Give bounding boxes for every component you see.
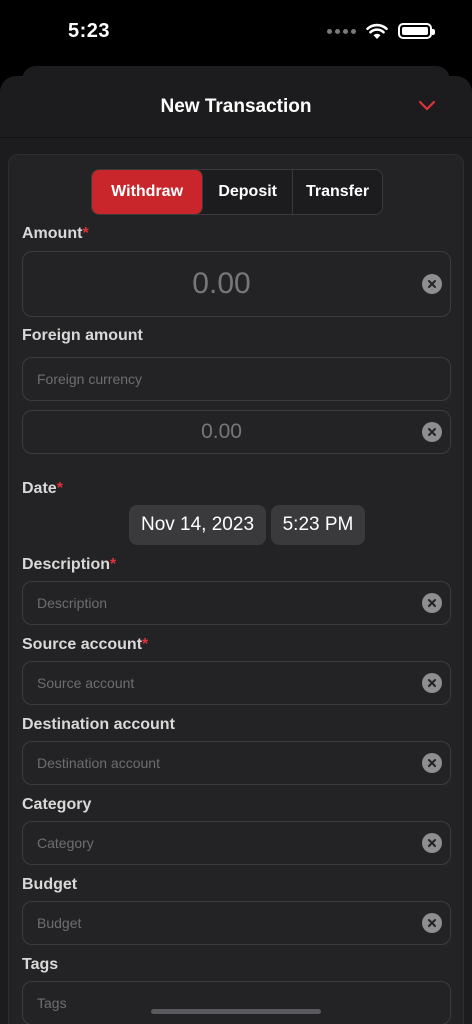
destination-account-input[interactable] <box>23 742 450 784</box>
foreign-currency-input[interactable] <box>23 358 450 400</box>
tab-deposit[interactable]: Deposit <box>203 170 294 214</box>
foreign-amount-input[interactable] <box>23 411 450 453</box>
time-picker[interactable]: 5:23 PM <box>271 505 365 545</box>
category-input[interactable] <box>23 822 450 864</box>
date-picker[interactable]: Nov 14, 2023 <box>129 505 266 545</box>
clear-amount-icon[interactable] <box>422 274 442 294</box>
transaction-type-tabs: Withdraw Deposit Transfer <box>91 169 383 215</box>
description-input[interactable] <box>23 582 450 624</box>
budget-field <box>22 901 451 945</box>
home-indicator[interactable] <box>151 1009 321 1014</box>
foreign-currency-field <box>22 357 451 401</box>
status-bar: 5:23 <box>0 0 472 64</box>
battery-icon <box>398 23 435 39</box>
destination-account-field <box>22 741 451 785</box>
foreign-amount-label: Foreign amount <box>22 327 143 344</box>
tab-transfer[interactable]: Transfer <box>293 170 382 214</box>
amount-field <box>22 251 451 317</box>
clear-foreign-amount-icon[interactable] <box>422 422 442 442</box>
form-card: Withdraw Deposit Transfer Amount* Foreig… <box>8 154 464 1024</box>
clear-description-icon[interactable] <box>422 593 442 613</box>
amount-label: Amount* <box>22 225 89 242</box>
signal-dots-icon <box>327 28 356 34</box>
tags-field <box>22 981 451 1024</box>
amount-input[interactable] <box>23 252 450 316</box>
status-icons <box>327 22 435 40</box>
clear-category-icon[interactable] <box>422 833 442 853</box>
category-label: Category <box>22 796 92 813</box>
required-marker: * <box>110 556 117 573</box>
description-field <box>22 581 451 625</box>
clear-destination-account-icon[interactable] <box>422 753 442 773</box>
clear-budget-icon[interactable] <box>422 913 442 933</box>
required-marker: * <box>82 225 89 242</box>
page-title: New Transaction <box>160 96 312 117</box>
foreign-amount-field <box>22 410 451 454</box>
transaction-sheet: New Transaction Withdraw Deposit Transfe… <box>0 76 472 1024</box>
source-account-label: Source account* <box>22 636 149 653</box>
status-time: 5:23 <box>68 20 111 42</box>
description-label: Description* <box>22 556 117 573</box>
sheet-header: New Transaction <box>0 76 472 138</box>
tags-label: Tags <box>22 956 59 973</box>
budget-input[interactable] <box>23 902 450 944</box>
budget-label: Budget <box>22 876 78 893</box>
tab-withdraw[interactable]: Withdraw <box>92 170 204 214</box>
tags-input[interactable] <box>23 982 450 1024</box>
required-marker: * <box>142 636 149 653</box>
clear-source-account-icon[interactable] <box>422 673 442 693</box>
required-marker: * <box>56 480 63 497</box>
category-field <box>22 821 451 865</box>
destination-account-label: Destination account <box>22 716 175 733</box>
date-label: Date* <box>22 480 63 497</box>
wifi-icon <box>366 23 388 39</box>
chevron-down-icon[interactable] <box>418 98 436 112</box>
source-account-input[interactable] <box>23 662 450 704</box>
source-account-field <box>22 661 451 705</box>
